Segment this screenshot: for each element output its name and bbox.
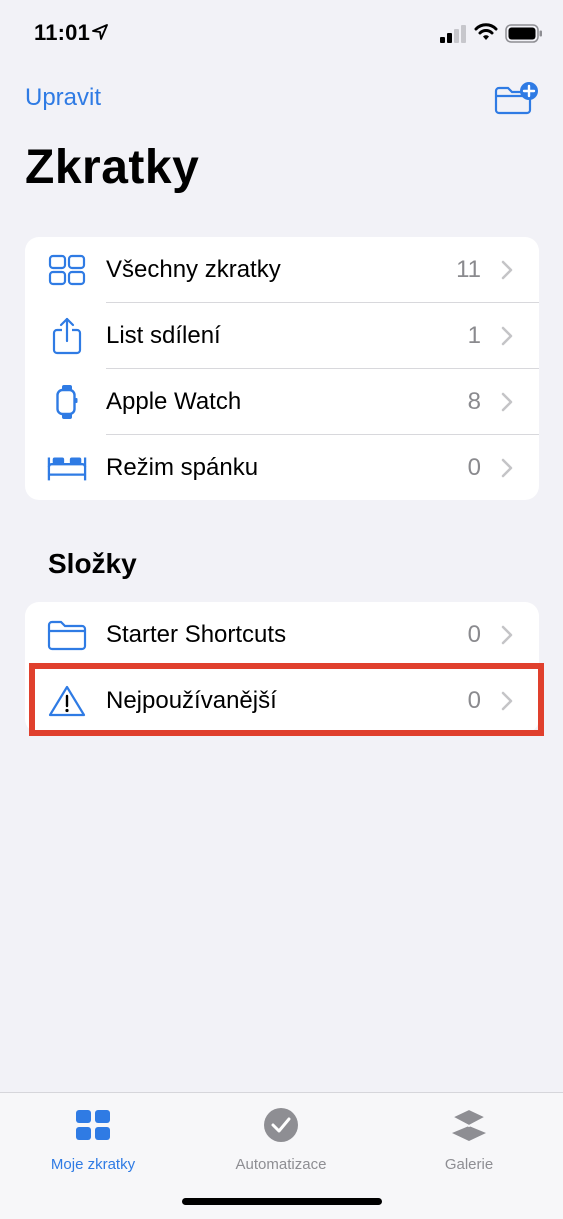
item-count: 0	[467, 454, 481, 481]
clock-check-icon	[264, 1108, 298, 1142]
chevron-right-icon	[501, 625, 513, 645]
home-indicator	[182, 1198, 382, 1205]
item-label: Starter Shortcuts	[106, 621, 287, 648]
tab-gallery[interactable]: Galerie	[389, 1105, 549, 1173]
chevron-right-icon	[501, 458, 513, 478]
item-count: 0	[467, 621, 481, 648]
shortcut-collections-list: Všechny zkratky 11 List sdílení 1 Apple …	[25, 237, 539, 500]
wifi-icon	[474, 23, 498, 40]
status-time: 11:01	[34, 20, 91, 45]
tab-automation[interactable]: Automatizace	[201, 1105, 361, 1173]
item-count: 11	[456, 256, 481, 283]
item-count: 8	[467, 388, 481, 415]
tab-label: Galerie	[444, 1156, 494, 1173]
chevron-right-icon	[501, 326, 513, 346]
edit-button[interactable]: Upravit	[25, 84, 101, 112]
item-label: Režim spánku	[106, 454, 259, 481]
status-bar: 11:01	[0, 0, 563, 70]
chevron-right-icon	[501, 260, 513, 280]
list-item-share-sheet[interactable]: List sdílení 1	[25, 303, 539, 369]
item-label: Apple Watch	[106, 388, 242, 415]
add-folder-icon[interactable]	[493, 82, 539, 116]
folder-icon	[47, 617, 87, 653]
layers-icon	[449, 1107, 489, 1141]
grid-icon	[47, 252, 87, 288]
list-item-apple-watch[interactable]: Apple Watch 8	[25, 369, 539, 435]
chevron-right-icon	[501, 392, 513, 412]
item-label: Všechny zkratky	[106, 256, 281, 283]
cellular-signal-icon	[440, 25, 466, 43]
bed-icon	[47, 450, 87, 486]
page-title: Zkratky	[25, 141, 200, 194]
list-item-starter-shortcuts[interactable]: Starter Shortcuts 0	[25, 602, 539, 668]
battery-icon	[505, 24, 542, 43]
share-icon	[47, 317, 87, 355]
item-count: 1	[467, 322, 481, 349]
watch-icon	[47, 384, 87, 420]
list-item-all-shortcuts[interactable]: Všechny zkratky 11	[25, 237, 539, 303]
highlight-frame	[29, 663, 544, 736]
tab-label: Automatizace	[235, 1156, 327, 1173]
item-label: List sdílení	[106, 322, 221, 349]
tab-label: Moje zkratky	[50, 1156, 136, 1173]
shortcuts-grid-icon	[76, 1110, 110, 1140]
folders-heading: Složky	[48, 548, 137, 579]
tab-my-shortcuts[interactable]: Moje zkratky	[13, 1105, 173, 1173]
list-item-sleep-mode[interactable]: Režim spánku 0	[25, 435, 539, 500]
location-arrow-icon	[92, 24, 108, 40]
